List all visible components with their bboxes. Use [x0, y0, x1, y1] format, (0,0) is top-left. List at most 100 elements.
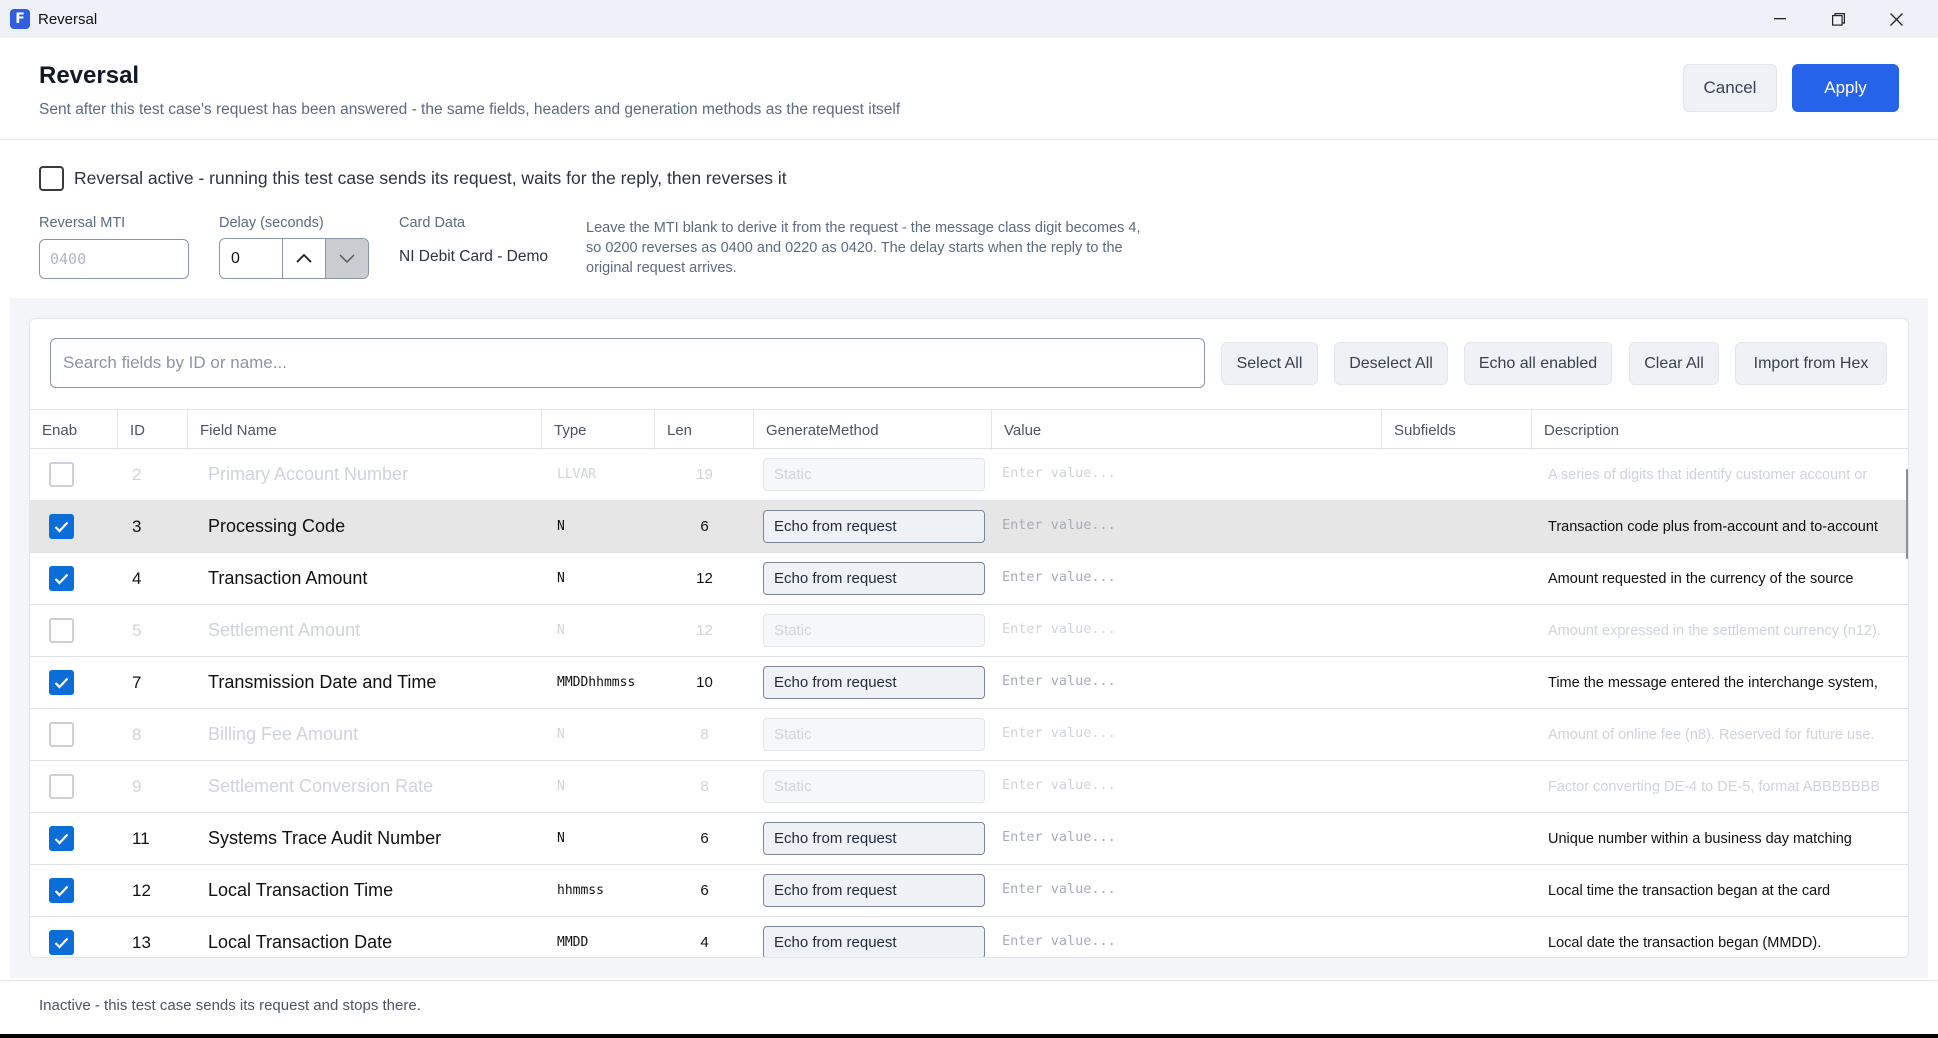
table-row[interactable]: 2 Primary Account Number LLVAR 19 Static Ente… [30, 449, 1908, 501]
column-header-enabled[interactable]: Enab [30, 410, 118, 450]
value-input[interactable]: Enter value... [1002, 449, 1372, 496]
field-description: Amount requested in the currency of the … [1548, 570, 1854, 587]
generate-method-select[interactable]: Echo from request [763, 562, 985, 595]
import-from-hex-button[interactable]: Import from Hex [1735, 342, 1887, 385]
restore-button[interactable] [1809, 0, 1867, 38]
field-name: Billing Fee Amount [208, 724, 359, 744]
table-row[interactable]: 13 Local Transaction Date MMDD 4 Echo from r… [30, 917, 1908, 957]
column-header-value[interactable]: Value [992, 410, 1382, 450]
minimize-button[interactable] [1751, 0, 1809, 38]
delay-increment-button[interactable] [282, 239, 325, 278]
delay-decrement-button[interactable] [324, 239, 368, 278]
column-header-len[interactable]: Len [655, 410, 754, 450]
echo-all-enabled-button[interactable]: Echo all enabled [1464, 342, 1612, 385]
value-input[interactable]: Enter value... [1002, 709, 1372, 756]
enable-checkbox[interactable] [49, 722, 74, 747]
generate-method-select[interactable]: Static [763, 614, 985, 647]
field-type: LLVAR [557, 467, 597, 482]
search-input[interactable]: Search fields by ID or name... [50, 338, 1205, 388]
table-row[interactable]: 5 Settlement Amount N 12 Static Enter value..… [30, 605, 1908, 657]
column-header-field-name[interactable]: Field Name [188, 410, 542, 450]
table-row[interactable]: 3 Processing Code N 6 Echo from request Enter… [30, 501, 1908, 553]
value-input[interactable]: Enter value... [1002, 657, 1372, 704]
generate-method-cell: Echo from request [763, 553, 988, 604]
subfields-cell [1382, 449, 1532, 500]
close-button[interactable] [1867, 0, 1925, 38]
field-id: 11 [132, 828, 150, 848]
apply-button[interactable]: Apply [1792, 64, 1899, 112]
value-input[interactable]: Enter value... [1002, 605, 1372, 652]
enable-checkbox[interactable] [49, 566, 74, 591]
generate-method-select[interactable]: Echo from request [763, 822, 985, 855]
field-name: Settlement Conversion Rate [208, 776, 434, 796]
generate-method-cell: Static [763, 605, 988, 656]
generate-method-select[interactable]: Static [763, 458, 985, 491]
enable-checkbox[interactable] [49, 670, 74, 695]
enable-checkbox[interactable] [49, 826, 74, 851]
field-description: Time the message entered the interchange… [1548, 674, 1878, 691]
subfields-cell [1382, 709, 1532, 760]
column-header-id[interactable]: ID [118, 410, 188, 450]
checkmark-icon [54, 833, 69, 845]
field-length: 12 [696, 622, 713, 639]
generate-method-select[interactable]: Echo from request [763, 874, 985, 907]
subfields-cell [1382, 501, 1532, 552]
enable-checkbox[interactable] [49, 618, 74, 643]
value-input[interactable]: Enter value... [1002, 501, 1372, 548]
generate-method-cell: Static [763, 761, 988, 812]
field-id: 12 [132, 880, 151, 900]
generate-method-select[interactable]: Echo from request [763, 666, 985, 699]
enable-checkbox[interactable] [49, 878, 74, 903]
page-title: Reversal [39, 62, 140, 89]
enable-checkbox-cell [49, 865, 89, 916]
cancel-button[interactable]: Cancel [1683, 64, 1777, 112]
table-row[interactable]: 7 Transmission Date and Time MMDDhhmmss 10 E… [30, 657, 1908, 709]
value-input[interactable]: Enter value... [1002, 553, 1372, 600]
generate-method-select[interactable]: Static [763, 770, 985, 803]
enable-checkbox[interactable] [49, 462, 74, 487]
enable-checkbox[interactable] [49, 774, 74, 799]
subfields-cell [1382, 761, 1532, 812]
value-input[interactable]: Enter value... [1002, 865, 1372, 912]
generate-method-select[interactable]: Static [763, 718, 985, 751]
table-row[interactable]: 11 Systems Trace Audit Number N 6 Echo from … [30, 813, 1908, 865]
value-input[interactable]: Enter value... [1002, 813, 1372, 860]
field-type: N [557, 519, 565, 534]
delay-stepper[interactable]: 0 [219, 238, 369, 279]
fields-panel: Search fields by ID or name... Select Al… [29, 318, 1909, 958]
table-row[interactable]: 4 Transaction Amount N 12 Echo from request E… [30, 553, 1908, 605]
field-id: 8 [132, 724, 142, 744]
column-header-type[interactable]: Type [542, 410, 655, 450]
field-id: 13 [132, 932, 151, 952]
reversal-active-checkbox[interactable] [39, 166, 64, 191]
generate-method-cell: Echo from request [763, 657, 988, 708]
minimize-icon [1774, 18, 1786, 20]
deselect-all-button[interactable]: Deselect All [1334, 342, 1448, 385]
table-row[interactable]: 12 Local Transaction Time hhmmss 6 Echo from… [30, 865, 1908, 917]
restore-icon [1831, 12, 1845, 26]
card-data-value: NI Debit Card - Demo [399, 248, 549, 265]
value-input[interactable]: Enter value... [1002, 917, 1372, 957]
enable-checkbox-cell [49, 657, 89, 708]
clear-all-button[interactable]: Clear All [1629, 342, 1719, 385]
table-row[interactable]: 9 Settlement Conversion Rate N 8 Static Enter… [30, 761, 1908, 813]
delay-value[interactable]: 0 [220, 239, 282, 278]
enable-checkbox[interactable] [49, 514, 74, 539]
column-header-subfields[interactable]: Subfields [1382, 410, 1532, 450]
field-length: 6 [700, 518, 709, 535]
table-scrollbar[interactable] [1906, 469, 1908, 559]
column-header-description[interactable]: Description [1532, 410, 1908, 450]
mti-input[interactable]: 0400 [39, 239, 189, 279]
generate-method-select[interactable]: Echo from request [763, 926, 985, 957]
subfields-cell [1382, 657, 1532, 708]
enable-checkbox-cell [49, 761, 89, 812]
enable-checkbox[interactable] [49, 930, 74, 955]
select-all-button[interactable]: Select All [1221, 342, 1318, 385]
table-row[interactable]: 8 Billing Fee Amount N 8 Static Enter value..… [30, 709, 1908, 761]
generate-method-select[interactable]: Echo from request [763, 510, 985, 543]
value-input[interactable]: Enter value... [1002, 761, 1372, 808]
column-header-generate-method[interactable]: GenerateMethod [754, 410, 992, 450]
field-id: 7 [132, 672, 142, 692]
subfields-cell [1382, 865, 1532, 916]
field-name: Primary Account Number [208, 464, 409, 484]
